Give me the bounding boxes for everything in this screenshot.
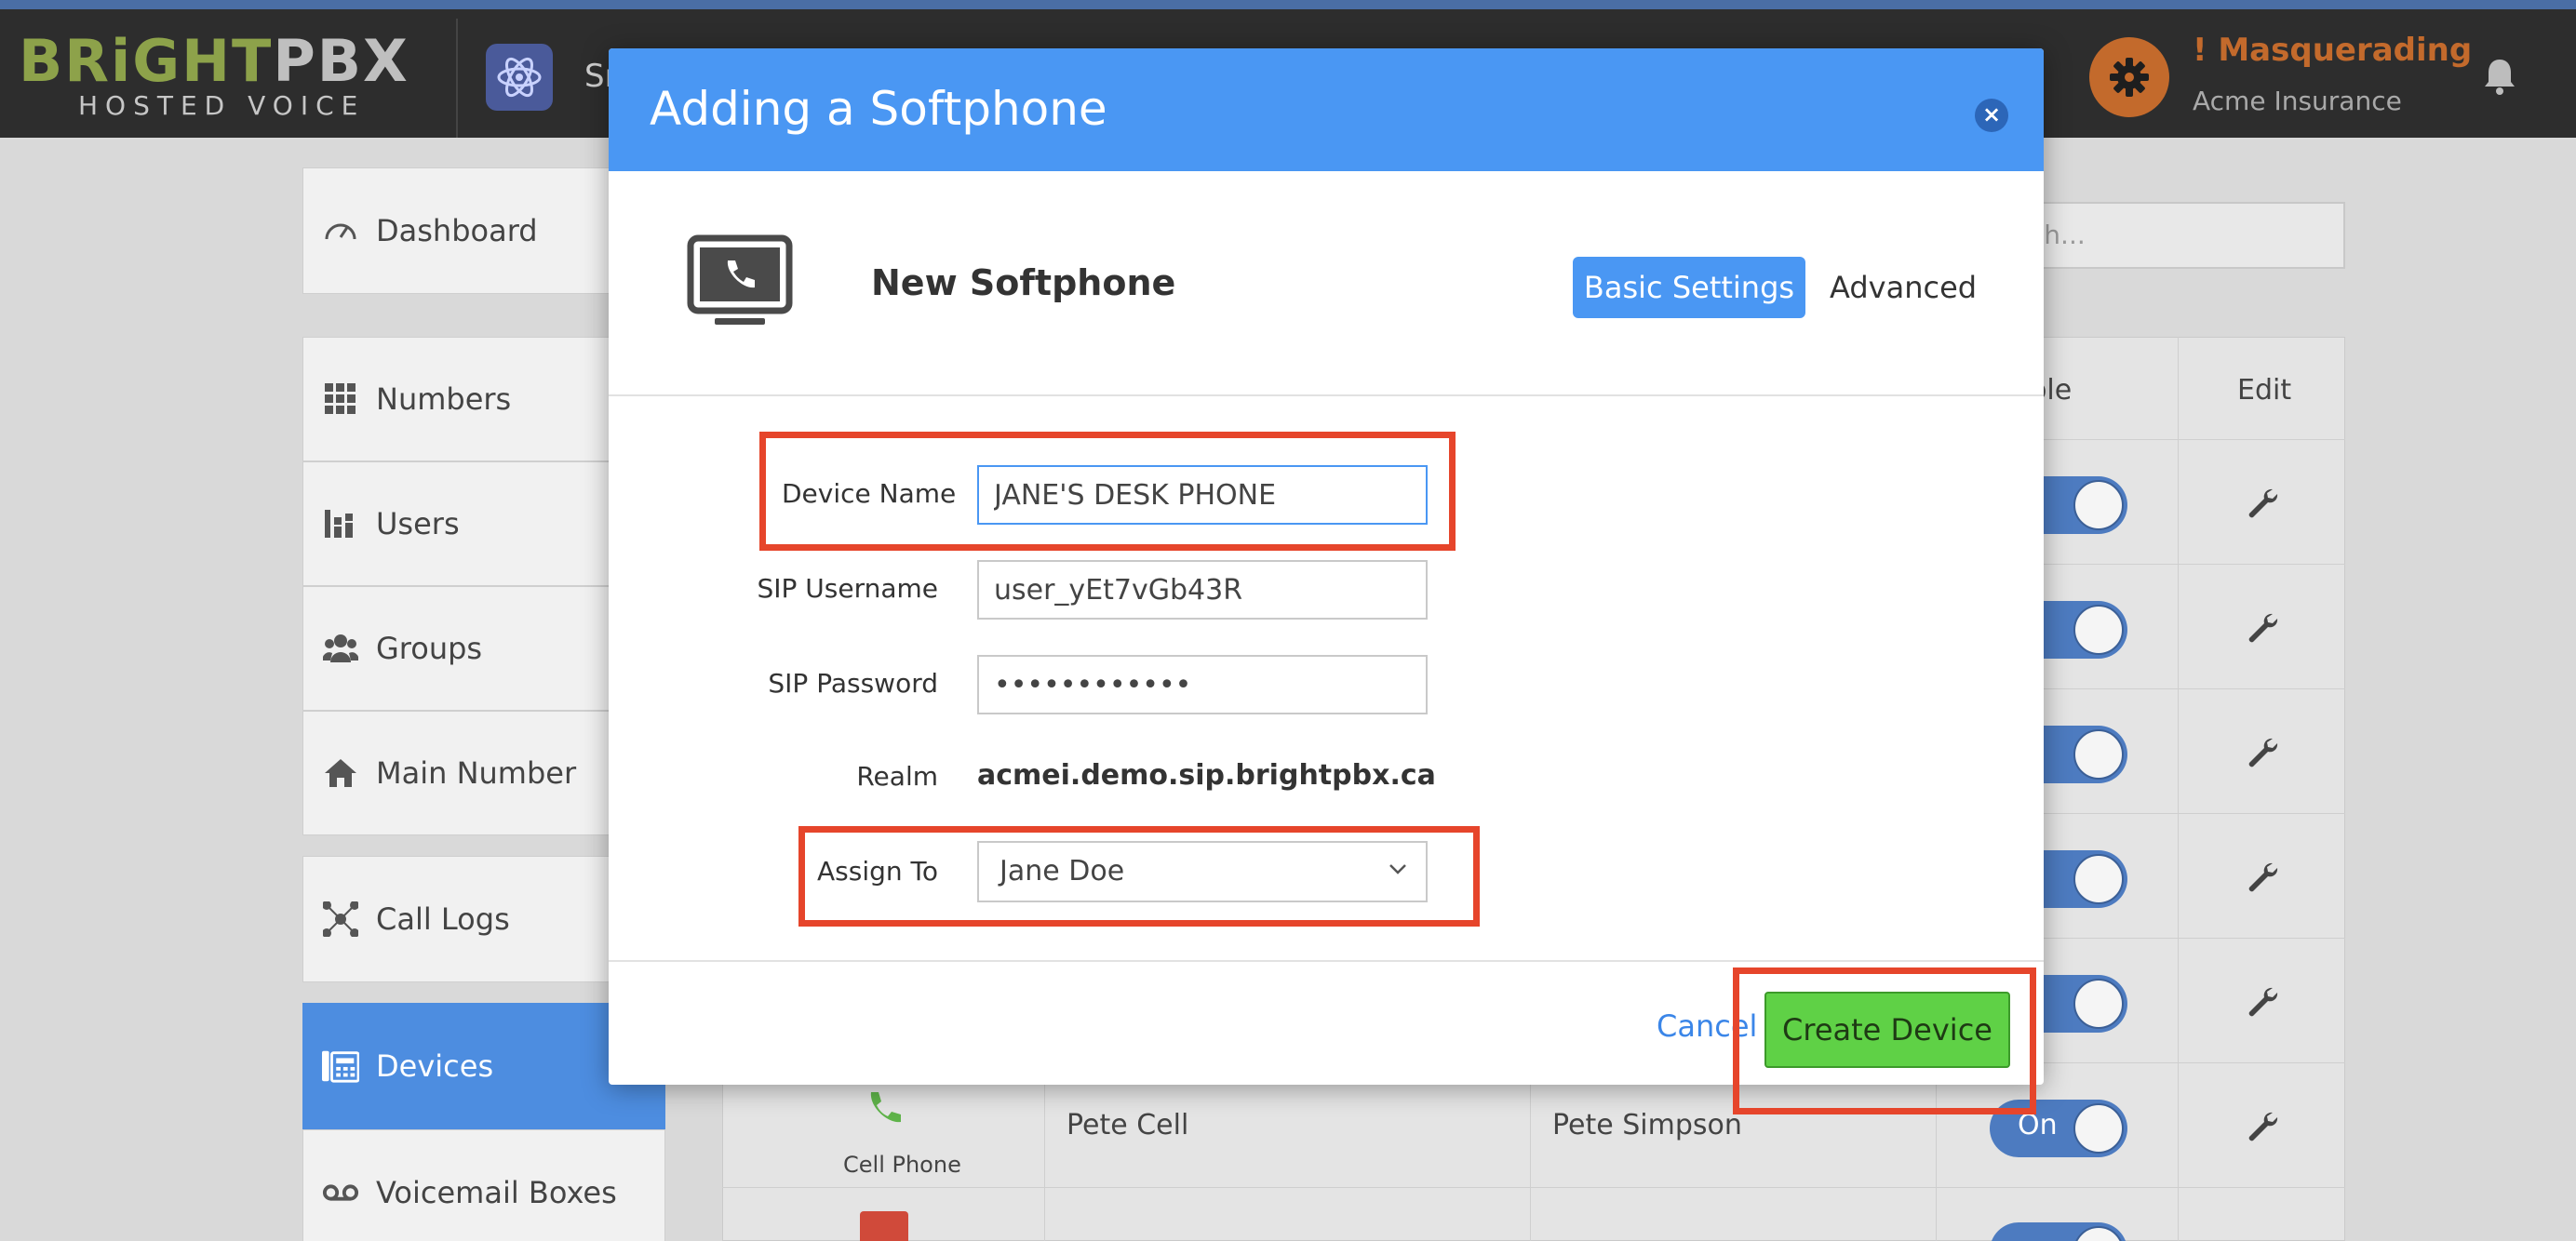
logo-tagline: HOSTED VOICE bbox=[78, 90, 366, 121]
sip-username-label: SIP Username bbox=[757, 573, 938, 604]
logo-secondary: PBX bbox=[273, 27, 409, 95]
modal-header: Adding a Softphone × bbox=[609, 48, 2044, 171]
masquerade-org: Acme Insurance bbox=[2193, 86, 2402, 116]
wrench-icon[interactable] bbox=[2245, 610, 2278, 644]
gear-icon[interactable] bbox=[2089, 37, 2169, 117]
tab-advanced[interactable]: Advanced bbox=[1830, 257, 1977, 318]
masquerade-title[interactable]: ! Masquerading bbox=[2193, 32, 2472, 69]
device-type-label: Cell Phone bbox=[843, 1152, 961, 1178]
sip-password-label: SIP Password bbox=[768, 668, 938, 699]
sidebar-item-label: Numbers bbox=[376, 381, 512, 417]
grid-icon bbox=[322, 380, 359, 418]
sidebar-item-label: Call Logs bbox=[376, 901, 510, 937]
enable-toggle[interactable] bbox=[1990, 1222, 2127, 1241]
sip-password-input[interactable] bbox=[977, 655, 1428, 714]
sidebar-item-label: Dashboard bbox=[376, 213, 538, 248]
add-softphone-modal: Adding a Softphone × New Softphone Basic… bbox=[609, 48, 2044, 1085]
search-input[interactable]: rch... bbox=[2001, 202, 2345, 269]
wrench-icon[interactable] bbox=[2245, 984, 2278, 1018]
sidebar-item-voicemail[interactable]: Voicemail Boxes bbox=[302, 1129, 665, 1241]
gear-icon-svg bbox=[2110, 58, 2149, 97]
gauge-icon bbox=[322, 212, 359, 249]
network-icon bbox=[322, 901, 359, 938]
wrench-icon[interactable] bbox=[2245, 1109, 2278, 1142]
wrench-icon[interactable] bbox=[2245, 735, 2278, 768]
table-col-divider bbox=[1044, 1062, 1045, 1241]
atom-icon[interactable] bbox=[486, 44, 553, 111]
annotation-box-assign-to bbox=[798, 826, 1480, 927]
modal-divider bbox=[609, 960, 2044, 962]
table-row-divider bbox=[722, 1187, 2345, 1188]
realm-value: acmei.demo.sip.brightpbx.ca bbox=[977, 759, 1436, 792]
brightpbx-logo[interactable]: BRiGHTPBX HOSTED VOICE bbox=[19, 32, 408, 134]
modal-divider bbox=[609, 394, 2044, 396]
phone-icon bbox=[322, 1048, 359, 1085]
group-icon bbox=[322, 630, 359, 667]
close-icon[interactable]: × bbox=[1975, 99, 2008, 132]
sidebar-item-label: Main Number bbox=[376, 755, 577, 791]
atom-icon-svg bbox=[497, 57, 542, 98]
table-col-divider bbox=[2178, 337, 2179, 1241]
modal-title: Adding a Softphone bbox=[650, 82, 1107, 136]
desk-phone-icon bbox=[860, 1211, 908, 1241]
monitor-phone-icon bbox=[687, 234, 793, 329]
device-name-cell: Pete Cell bbox=[1067, 1109, 1189, 1141]
tab-basic-settings[interactable]: Basic Settings bbox=[1573, 257, 1805, 318]
annotation-box-device-name bbox=[759, 432, 1456, 551]
voicemail-icon bbox=[322, 1174, 359, 1211]
top-accent-bar bbox=[0, 0, 2576, 9]
home-icon bbox=[322, 754, 359, 792]
sip-username-input[interactable] bbox=[977, 560, 1428, 620]
device-title: New Softphone bbox=[871, 262, 1176, 303]
sidebar-item-label: Users bbox=[376, 506, 460, 541]
annotation-box-create-device bbox=[1733, 967, 2036, 1114]
realm-label: Realm bbox=[856, 761, 938, 792]
sidebar-item-label: Voicemail Boxes bbox=[376, 1175, 617, 1210]
table-col-divider bbox=[1530, 1062, 1531, 1241]
sidebar-item-label: Groups bbox=[376, 631, 483, 666]
bell-icon-svg bbox=[2485, 60, 2515, 95]
logo-primary: BRiGHT bbox=[19, 27, 274, 95]
wrench-icon[interactable] bbox=[2245, 486, 2278, 519]
header-divider bbox=[456, 19, 458, 138]
wrench-icon[interactable] bbox=[2245, 860, 2278, 893]
users-icon bbox=[322, 505, 359, 542]
cell-phone-icon bbox=[862, 1088, 903, 1129]
column-header-edit: Edit bbox=[2237, 374, 2292, 407]
device-user-cell: Pete Simpson bbox=[1552, 1109, 1742, 1141]
sidebar-item-label: Devices bbox=[376, 1048, 494, 1084]
bell-icon[interactable] bbox=[2479, 56, 2520, 97]
